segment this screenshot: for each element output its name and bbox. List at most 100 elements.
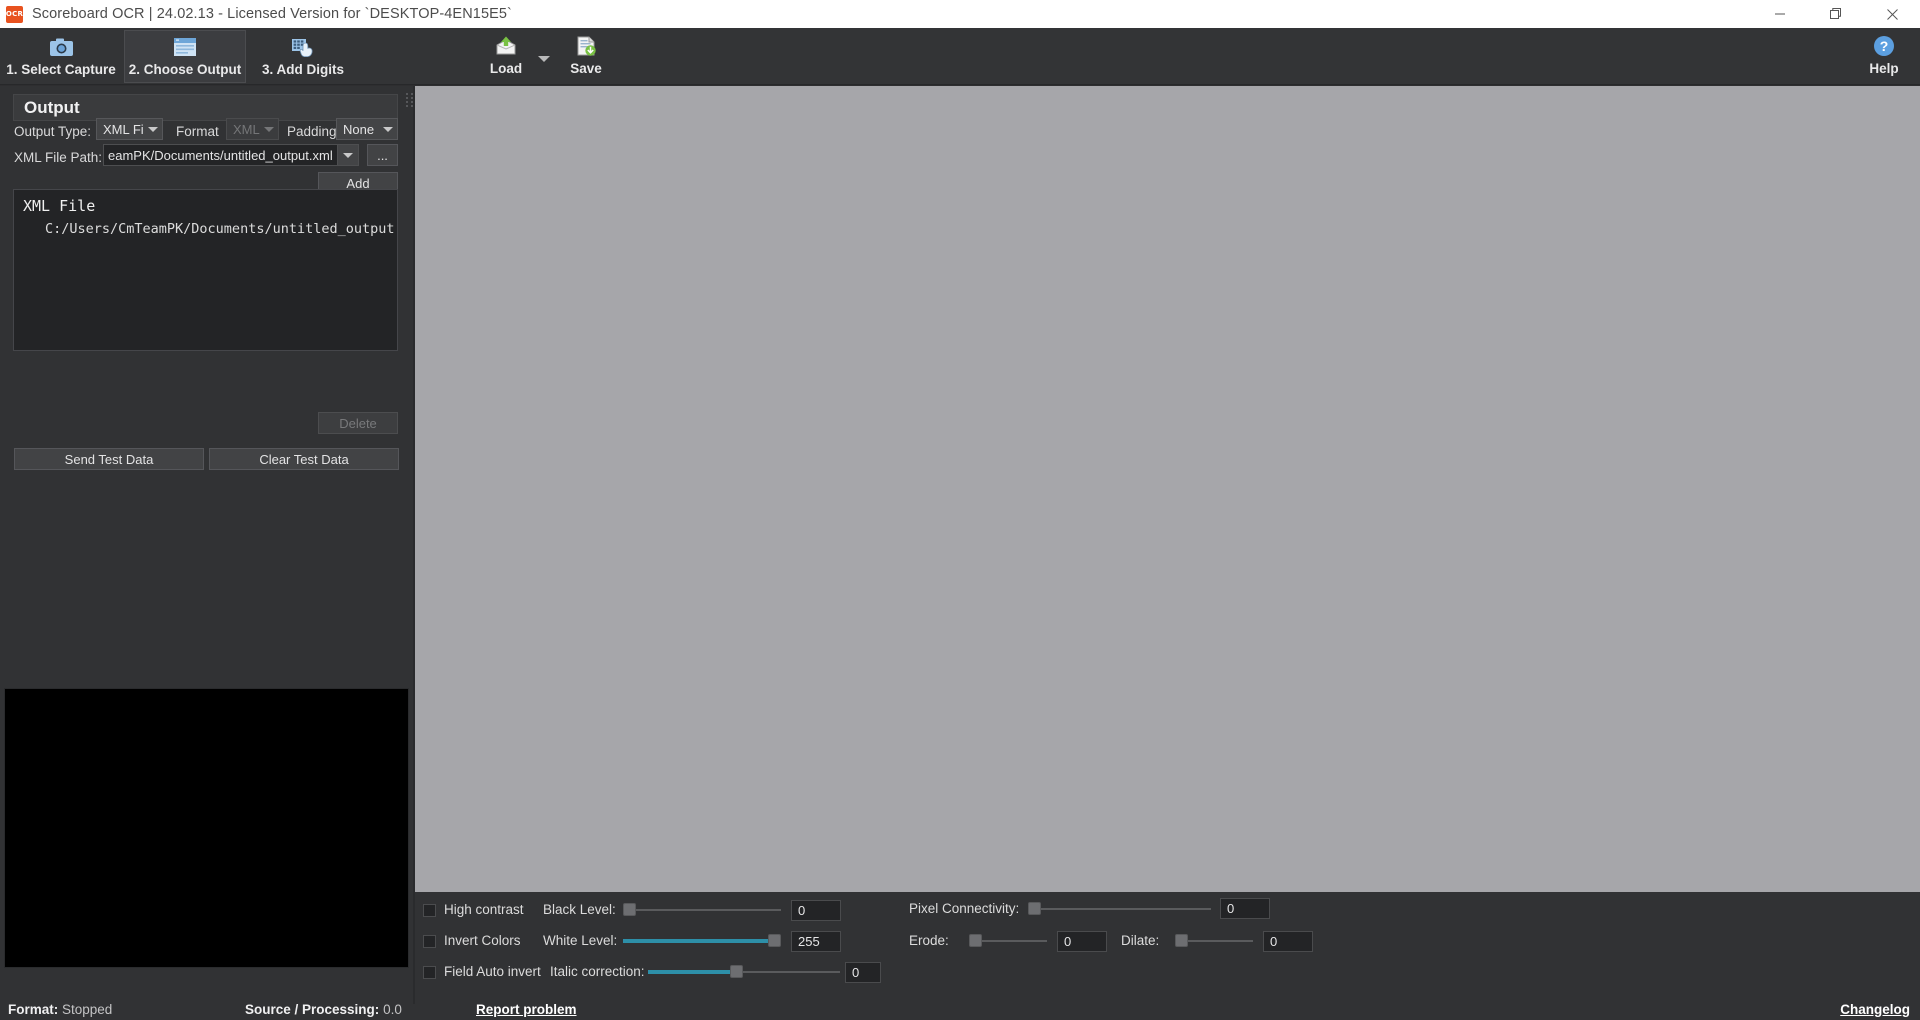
output-panel: Output Output Type: XML File Format XML … — [0, 86, 413, 1004]
high-contrast-checkbox[interactable] — [423, 904, 436, 917]
slider-knob[interactable] — [623, 903, 636, 916]
output-list[interactable]: XML File C:/Users/CmTeamPK/Documents/unt… — [13, 189, 398, 351]
output-window-icon — [173, 35, 197, 59]
svg-text:?: ? — [1880, 38, 1889, 54]
slider-knob[interactable] — [969, 934, 982, 947]
format-status-label: Format: — [8, 1002, 59, 1017]
dilate-label: Dilate: — [1121, 933, 1160, 948]
invert-colors-label: Invert Colors — [444, 933, 521, 948]
format-value: XML — [233, 121, 260, 137]
pixel-connectivity-value[interactable]: 0 — [1220, 898, 1270, 919]
slider-knob[interactable] — [1028, 902, 1041, 915]
chevron-down-icon — [148, 126, 158, 132]
window-controls — [1752, 0, 1920, 28]
italic-correction-label: Italic correction: — [550, 964, 645, 979]
field-auto-invert-checkbox[interactable] — [423, 966, 436, 979]
ribbon-tab-label: 1. Select Capture — [6, 62, 116, 77]
file-path-dropdown-button[interactable] — [337, 145, 358, 165]
padding-select[interactable]: None — [336, 118, 398, 140]
pixel-connectivity-slider[interactable] — [1028, 902, 1211, 916]
ribbon-tab-choose-output[interactable]: 2. Choose Output — [124, 30, 246, 83]
chevron-down-icon — [264, 126, 274, 132]
save-button[interactable]: Save — [560, 30, 612, 83]
status-bar: Format: Stopped Source / Processing: 0.0… — [0, 1002, 1920, 1020]
file-path-label: XML File Path: — [14, 150, 103, 165]
source-status-value: 0.0 — [383, 1002, 402, 1017]
pixel-connectivity-label: Pixel Connectivity: — [909, 901, 1020, 916]
minimize-button[interactable] — [1752, 0, 1808, 28]
browse-button[interactable]: ... — [367, 144, 398, 166]
slider-knob[interactable] — [730, 965, 743, 978]
capture-canvas[interactable] — [415, 86, 1920, 892]
load-button[interactable]: Load — [480, 30, 532, 83]
white-level-value[interactable]: 255 — [791, 931, 841, 952]
ribbon-tab-select-capture[interactable]: 1. Select Capture — [4, 30, 118, 83]
save-document-icon — [574, 34, 598, 58]
file-path-value: eamPK/Documents/untitled_output.xml — [108, 147, 333, 163]
load-box-icon — [493, 34, 519, 58]
format-label: Format — [176, 124, 219, 139]
save-button-label: Save — [570, 61, 602, 76]
format-status-value: Stopped — [62, 1002, 113, 1017]
source-status: Source / Processing: 0.0 — [245, 1002, 402, 1017]
slider-knob[interactable] — [1175, 934, 1188, 947]
output-type-value: XML File — [103, 121, 144, 137]
high-contrast-label: High contrast — [444, 902, 524, 917]
maximize-button[interactable] — [1808, 0, 1864, 28]
ribbon-toolbar: 1. Select Capture 2. Choose Output 3. Ad… — [0, 28, 1920, 85]
chevron-down-icon — [343, 152, 353, 158]
output-list-group-label: XML File — [23, 197, 96, 215]
splitter-grip-icon[interactable] — [406, 93, 414, 109]
format-select: XML — [226, 118, 279, 140]
app-logo-icon: OCR — [6, 5, 23, 23]
italic-correction-value[interactable]: 0 — [845, 962, 881, 983]
close-button[interactable] — [1864, 0, 1920, 28]
format-status: Format: Stopped — [8, 1002, 112, 1017]
slider-knob[interactable] — [768, 934, 781, 947]
slider-fill — [648, 970, 737, 974]
panel-title: Output — [13, 94, 398, 121]
black-level-label: Black Level: — [543, 902, 616, 917]
dilate-slider[interactable] — [1175, 934, 1253, 948]
report-problem-link[interactable]: Report problem — [476, 1002, 577, 1017]
help-button[interactable]: ? Help — [1856, 30, 1912, 83]
white-level-slider[interactable] — [623, 934, 781, 948]
camera-icon — [49, 35, 74, 59]
help-button-label: Help — [1869, 61, 1899, 76]
black-level-slider[interactable] — [623, 903, 781, 917]
output-type-select[interactable]: XML File — [96, 118, 163, 140]
digits-hand-icon — [291, 35, 316, 59]
italic-correction-slider[interactable] — [648, 965, 840, 979]
ribbon-tab-label: 2. Choose Output — [128, 62, 242, 77]
source-status-label: Source / Processing: — [245, 1002, 380, 1017]
padding-value: None — [343, 121, 375, 137]
load-button-label: Load — [489, 61, 523, 76]
erode-value[interactable]: 0 — [1057, 931, 1107, 952]
delete-button: Delete — [318, 412, 398, 434]
dilate-value[interactable]: 0 — [1263, 931, 1313, 952]
erode-slider[interactable] — [969, 934, 1047, 948]
black-level-value[interactable]: 0 — [791, 900, 841, 921]
image-options-panel: High contrast Invert Colors Field Auto i… — [415, 892, 1920, 1004]
invert-colors-checkbox[interactable] — [423, 935, 436, 948]
slider-track — [1028, 908, 1211, 910]
file-path-input[interactable]: eamPK/Documents/untitled_output.xml — [103, 144, 359, 166]
ribbon-tab-add-digits[interactable]: 3. Add Digits — [252, 30, 354, 83]
load-dropdown-caret-icon[interactable] — [538, 56, 550, 62]
list-item[interactable]: C:/Users/CmTeamPK/Documents/untitled_out… — [14, 221, 397, 237]
help-question-icon: ? — [1873, 34, 1895, 58]
ribbon-tab-label: 3. Add Digits — [261, 62, 344, 77]
padding-label: Padding — [287, 124, 337, 139]
slider-fill — [623, 939, 770, 943]
panel-title-text: Output — [24, 97, 80, 117]
capture-preview — [4, 688, 409, 968]
output-type-label: Output Type: — [14, 124, 92, 139]
title-bar: OCR Scoreboard OCR | 24.02.13 - Licensed… — [0, 0, 1920, 28]
erode-label: Erode: — [909, 933, 949, 948]
white-level-label: White Level: — [543, 933, 618, 948]
changelog-link[interactable]: Changelog — [1840, 1002, 1910, 1017]
clear-test-data-button[interactable]: Clear Test Data — [209, 448, 399, 470]
slider-track — [623, 909, 781, 911]
window-title: Scoreboard OCR | 24.02.13 - Licensed Ver… — [32, 6, 512, 22]
send-test-data-button[interactable]: Send Test Data — [14, 448, 204, 470]
